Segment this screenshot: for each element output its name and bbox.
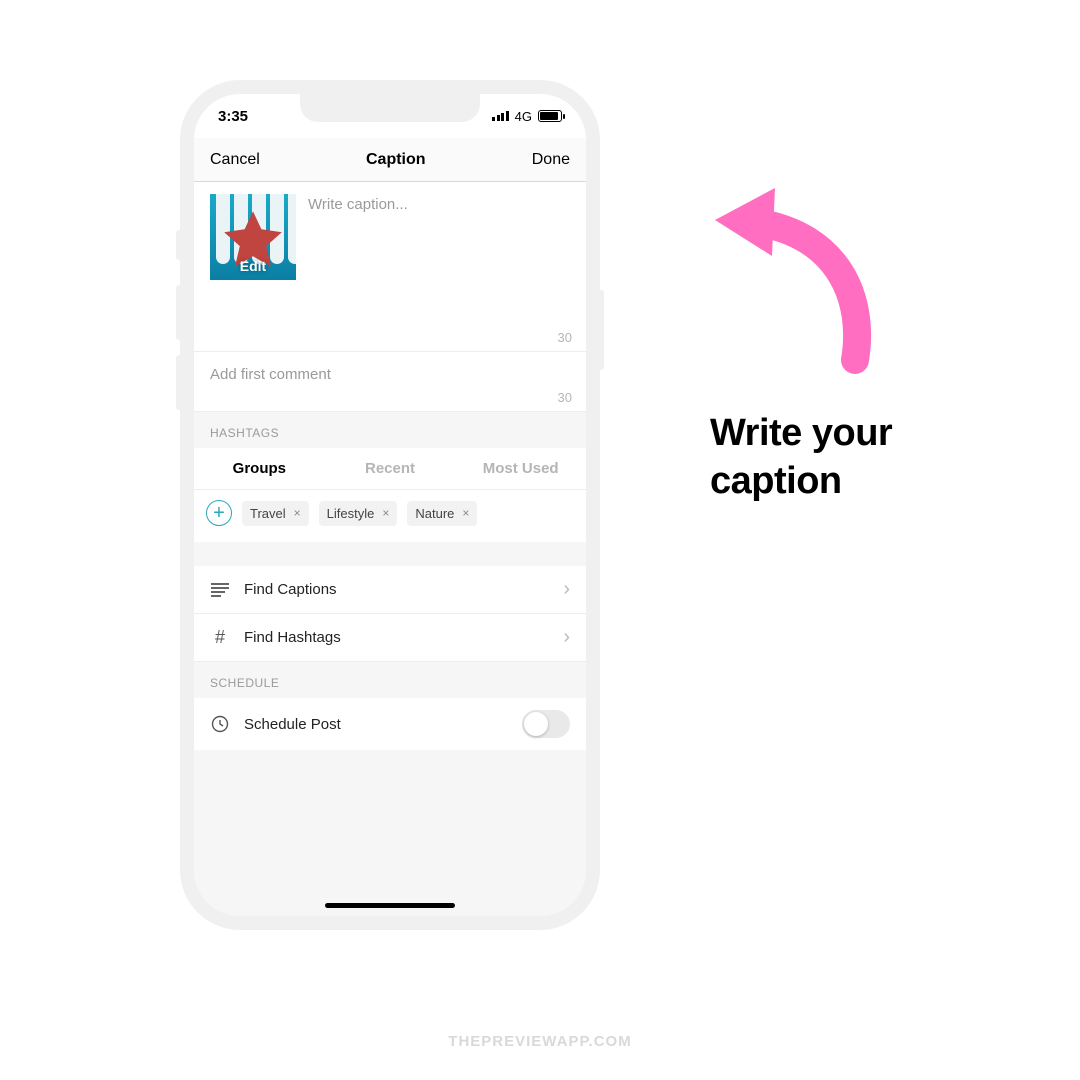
status-time: 3:35 (218, 108, 248, 125)
cancel-button[interactable]: Cancel (210, 151, 260, 169)
hashtag-icon: # (210, 627, 230, 648)
hashtag-tabs: Groups Recent Most Used (194, 448, 586, 490)
chevron-right-icon: › (563, 578, 570, 601)
tab-most-used[interactable]: Most Used (455, 460, 586, 477)
watermark: THEPREVIEWAPP.COM (0, 1033, 1080, 1050)
battery-icon (538, 110, 562, 122)
chip-label: Nature (415, 506, 454, 521)
edit-button[interactable]: Edit (210, 258, 296, 274)
tab-groups[interactable]: Groups (194, 460, 325, 477)
find-hashtags-label: Find Hashtags (244, 629, 341, 646)
home-indicator (325, 903, 455, 908)
first-comment-input[interactable]: Add first comment (210, 366, 570, 383)
callout-line: caption (710, 458, 892, 506)
find-hashtags-row[interactable]: # Find Hashtags › (194, 614, 586, 662)
screen: 3:35 4G Cancel Caption Done Edi (194, 94, 586, 916)
close-icon[interactable]: × (462, 506, 469, 520)
add-hashtag-button[interactable]: + (206, 500, 232, 526)
phone-button (176, 230, 182, 260)
signal-icon (492, 111, 509, 121)
schedule-toggle[interactable] (522, 710, 570, 738)
schedule-post-row: Schedule Post (194, 698, 586, 750)
hashtag-chip[interactable]: Lifestyle × (319, 501, 398, 526)
spacer (194, 542, 586, 566)
phone-button (176, 355, 182, 410)
bottom-fill (194, 750, 586, 916)
hashtag-chip[interactable]: Nature × (407, 501, 477, 526)
hashtags-header: HASHTAGS (194, 412, 586, 448)
notch (300, 94, 480, 122)
chip-label: Lifestyle (327, 506, 375, 521)
first-comment-area: Add first comment 30 (194, 352, 586, 412)
find-captions-row[interactable]: Find Captions › (194, 566, 586, 614)
find-captions-label: Find Captions (244, 581, 337, 598)
network-label: 4G (515, 109, 532, 124)
arrow-icon (700, 180, 900, 380)
chip-label: Travel (250, 506, 286, 521)
nav-bar: Cancel Caption Done (194, 138, 586, 182)
schedule-post-label: Schedule Post (244, 716, 341, 733)
callout-text: Write your caption (710, 410, 892, 505)
phone-frame: 3:35 4G Cancel Caption Done Edi (180, 80, 600, 930)
hashtag-chips: + Travel × Lifestyle × Nature × (194, 490, 586, 542)
comment-counter: 30 (558, 390, 572, 405)
caption-area: Edit Write caption... 30 (194, 182, 586, 352)
lines-icon (210, 583, 230, 597)
post-thumbnail[interactable]: Edit (210, 194, 296, 280)
status-right: 4G (492, 109, 562, 124)
tab-recent[interactable]: Recent (325, 460, 456, 477)
caption-input[interactable]: Write caption... (308, 194, 408, 351)
callout-line: Write your (710, 410, 892, 458)
clock-icon (210, 715, 230, 733)
chevron-right-icon: › (563, 626, 570, 649)
caption-counter: 30 (558, 330, 572, 345)
done-button[interactable]: Done (532, 151, 570, 169)
phone-button (176, 285, 182, 340)
close-icon[interactable]: × (382, 506, 389, 520)
phone-button (598, 290, 604, 370)
hashtag-chip[interactable]: Travel × (242, 501, 309, 526)
schedule-header: SCHEDULE (194, 662, 586, 698)
page-title: Caption (366, 151, 426, 169)
close-icon[interactable]: × (294, 506, 301, 520)
